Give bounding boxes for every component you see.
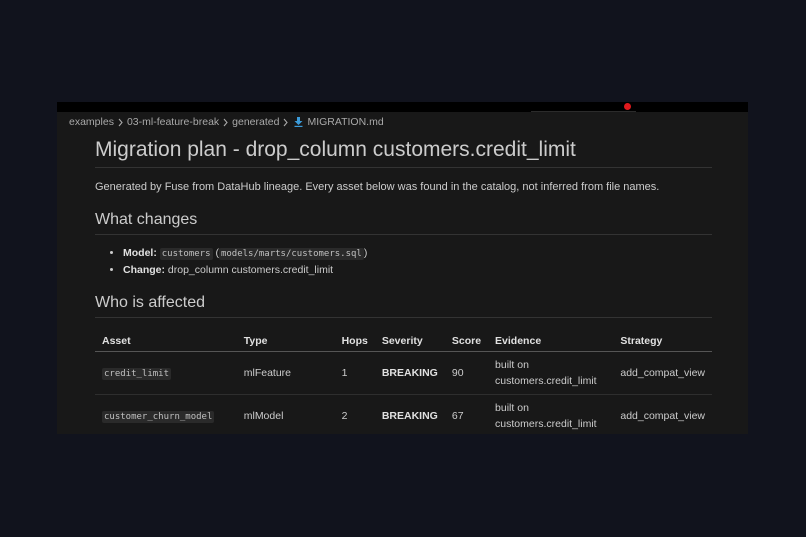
cell-score: 67 bbox=[444, 394, 489, 434]
table-header-row: Asset Type Hops Severity Score Evidence … bbox=[95, 332, 712, 352]
column-header-severity: Severity bbox=[374, 332, 445, 352]
breadcrumb-item-generated[interactable]: generated bbox=[232, 116, 279, 128]
section-heading-what-changes: What changes bbox=[95, 209, 712, 235]
model-path-close: ) bbox=[363, 247, 368, 259]
cell-asset: customer_churn_model bbox=[95, 394, 237, 434]
cell-strategy: add_compat_view bbox=[613, 394, 712, 434]
chevron-right-icon bbox=[222, 118, 229, 127]
cell-severity: BREAKING bbox=[374, 351, 445, 395]
markdown-preview: Migration plan - drop_column customers.c… bbox=[95, 136, 712, 434]
cell-evidence: built on customers.credit_limit bbox=[488, 394, 614, 434]
model-path-code: models/marts/customers.sql bbox=[218, 248, 364, 260]
model-label: Model: bbox=[123, 247, 157, 259]
column-header-hops: Hops bbox=[334, 332, 375, 352]
table-row: customer_churn_model mlModel 2 BREAKING … bbox=[95, 394, 712, 434]
download-arrow-icon bbox=[294, 117, 303, 127]
title-bar bbox=[57, 102, 748, 112]
breadcrumb-item-folder[interactable]: 03-ml-feature-break bbox=[127, 116, 219, 128]
editor-window: examples 03-ml-feature-break generated M… bbox=[57, 102, 748, 434]
cell-type: mlModel bbox=[236, 394, 335, 434]
record-dot-icon[interactable] bbox=[624, 103, 631, 110]
evidence-line: customers.credit_limit bbox=[495, 418, 597, 430]
breadcrumb-item-examples[interactable]: examples bbox=[69, 116, 114, 128]
cell-asset: credit_limit bbox=[95, 351, 237, 395]
column-header-score: Score bbox=[444, 332, 489, 352]
cell-evidence: built on customers.credit_limit bbox=[488, 351, 614, 395]
evidence-line: customers.credit_limit bbox=[495, 375, 597, 387]
column-header-strategy: Strategy bbox=[613, 332, 712, 352]
asset-code: credit_limit bbox=[102, 367, 172, 380]
lead-paragraph: Generated by Fuse from DataHub lineage. … bbox=[95, 181, 660, 193]
cell-severity: BREAKING bbox=[374, 394, 445, 434]
chevron-right-icon bbox=[117, 118, 124, 127]
section-heading-who-affected: Who is affected bbox=[95, 292, 712, 318]
evidence-line: built on bbox=[495, 402, 529, 414]
page-title: Migration plan - drop_column customers.c… bbox=[95, 136, 712, 168]
column-header-evidence: Evidence bbox=[488, 332, 614, 352]
cell-score: 90 bbox=[444, 351, 489, 395]
cell-hops: 1 bbox=[334, 351, 375, 395]
chevron-right-icon bbox=[282, 118, 289, 127]
cell-type: mlFeature bbox=[236, 351, 335, 395]
change-label: Change: bbox=[123, 264, 165, 276]
breadcrumb: examples 03-ml-feature-break generated M… bbox=[69, 114, 384, 130]
change-value: drop_column customers.credit_limit bbox=[167, 264, 334, 276]
table-row: credit_limit mlFeature 1 BREAKING 90 bui… bbox=[95, 351, 712, 395]
title-bar-divider bbox=[531, 111, 636, 112]
affected-table: Asset Type Hops Severity Score Evidence … bbox=[95, 332, 712, 434]
list-item-change: Change: drop_column customers.credit_lim… bbox=[123, 262, 712, 278]
breadcrumb-file[interactable]: MIGRATION.md bbox=[307, 116, 383, 128]
cell-hops: 2 bbox=[334, 394, 375, 434]
model-code: customers bbox=[159, 248, 213, 260]
cell-strategy: add_compat_view bbox=[613, 351, 712, 395]
changes-list: Model: customers (models/marts/customers… bbox=[95, 245, 712, 278]
column-header-asset: Asset bbox=[95, 332, 237, 352]
column-header-type: Type bbox=[236, 332, 335, 352]
list-item-model: Model: customers (models/marts/customers… bbox=[123, 245, 712, 262]
evidence-line: built on bbox=[495, 359, 529, 371]
asset-code: customer_churn_model bbox=[102, 410, 215, 423]
